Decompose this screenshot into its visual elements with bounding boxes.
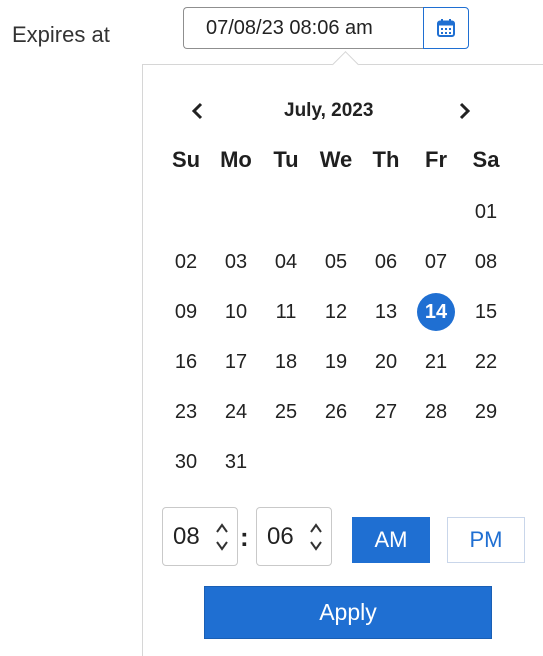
day-number: 04 [274, 251, 298, 273]
day-number: 26 [324, 401, 348, 423]
day-number: 02 [174, 251, 198, 273]
weekday-label: Sa [472, 147, 500, 172]
day-cell[interactable]: 09 [161, 295, 211, 329]
day-cell[interactable]: 11 [261, 295, 311, 329]
day-cell[interactable]: 30 [161, 445, 211, 479]
hour-spin-icon[interactable] [215, 520, 229, 554]
day-number: 21 [424, 351, 448, 373]
hour-value: 08 [173, 522, 200, 550]
apply-button[interactable]: Apply [204, 586, 492, 639]
expires-label: Expires at [12, 22, 110, 47]
pm-button[interactable]: PM [447, 517, 525, 563]
minute-value: 06 [267, 522, 294, 550]
weekday-label: Su [171, 147, 201, 172]
day-cell[interactable]: 05 [311, 245, 361, 279]
day-cell[interactable]: 10 [211, 295, 261, 329]
day-number: 25 [274, 401, 298, 423]
month-title: July, 2023 [284, 100, 374, 121]
day-cell[interactable]: 29 [461, 395, 511, 429]
hour-stepper[interactable]: 08 [162, 507, 238, 566]
day-cell[interactable]: 20 [361, 345, 411, 379]
day-number: 28 [424, 401, 448, 423]
day-number: 22 [474, 351, 498, 373]
day-cell[interactable]: 24 [211, 395, 261, 429]
day-cell[interactable]: 06 [361, 245, 411, 279]
weekday-label: Th [372, 147, 400, 172]
day-cell[interactable]: 08 [461, 245, 511, 279]
day-cell-selected[interactable]: 14 [411, 293, 461, 331]
time-separator: : [240, 522, 249, 552]
calendar-icon [437, 19, 455, 37]
day-number: 18 [274, 351, 298, 373]
day-number: 19 [324, 351, 348, 373]
day-number: 29 [474, 401, 498, 423]
day-number: 08 [474, 251, 498, 273]
day-cell[interactable]: 23 [161, 395, 211, 429]
day-cell[interactable]: 18 [261, 345, 311, 379]
day-number: 30 [174, 451, 198, 473]
day-number: 24 [224, 401, 248, 423]
day-cell[interactable]: 25 [261, 395, 311, 429]
day-cell[interactable]: 27 [361, 395, 411, 429]
day-number: 03 [224, 251, 248, 273]
day-number: 20 [374, 351, 398, 373]
am-button[interactable]: AM [352, 517, 430, 563]
day-cell[interactable]: 15 [461, 295, 511, 329]
prev-month-button[interactable] [182, 93, 212, 129]
day-number: 27 [374, 401, 398, 423]
day-cell[interactable]: 04 [261, 245, 311, 279]
day-number: 10 [224, 301, 248, 323]
day-cell[interactable]: 07 [411, 245, 461, 279]
minute-stepper[interactable]: 06 [256, 507, 332, 566]
day-cell[interactable]: 21 [411, 345, 461, 379]
day-cell[interactable]: 28 [411, 395, 461, 429]
chevron-right-icon [459, 102, 471, 120]
weekday-label: Tu [273, 147, 299, 172]
minute-spin-icon[interactable] [309, 520, 323, 554]
day-cell[interactable]: 12 [311, 295, 361, 329]
day-number: 07 [424, 251, 448, 273]
day-number: 09 [174, 301, 198, 323]
day-number: 14 [424, 301, 448, 323]
day-number: 31 [224, 451, 248, 473]
calendar-button[interactable] [423, 7, 469, 49]
day-number: 16 [174, 351, 198, 373]
day-number: 01 [474, 201, 498, 223]
day-number: 12 [324, 301, 348, 323]
day-cell[interactable]: 13 [361, 295, 411, 329]
date-time-input[interactable]: 07/08/23 08:06 am [183, 7, 423, 49]
day-number: 23 [174, 401, 198, 423]
day-number: 11 [275, 301, 297, 323]
weekday-label: Fr [425, 147, 447, 172]
day-cell[interactable]: 01 [461, 195, 511, 229]
day-cell[interactable]: 26 [311, 395, 361, 429]
day-cell[interactable]: 22 [461, 345, 511, 379]
day-cell[interactable]: 03 [211, 245, 261, 279]
chevron-left-icon [191, 102, 203, 120]
weekday-label: We [319, 147, 353, 172]
day-cell[interactable]: 19 [311, 345, 361, 379]
day-number: 06 [374, 251, 398, 273]
day-number: 17 [224, 351, 248, 373]
next-month-button[interactable] [450, 93, 480, 129]
day-number: 15 [474, 301, 498, 323]
day-number: 05 [324, 251, 348, 273]
day-number: 13 [374, 301, 398, 323]
day-cell[interactable]: 02 [161, 245, 211, 279]
day-cell[interactable]: 17 [211, 345, 261, 379]
weekday-label: Mo [220, 147, 252, 172]
day-cell[interactable]: 31 [211, 445, 261, 479]
day-cell[interactable]: 16 [161, 345, 211, 379]
